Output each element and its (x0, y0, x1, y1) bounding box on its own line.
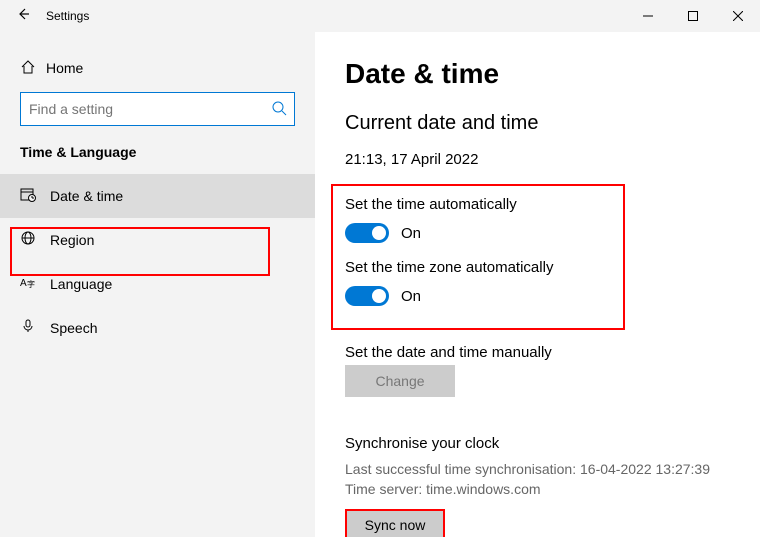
toggle-state-label: On (401, 288, 421, 305)
sidebar-item-label: Region (50, 232, 94, 248)
sidebar-home[interactable]: Home (0, 48, 315, 88)
sidebar: Home Time & Language Date & time Region (0, 32, 315, 537)
sidebar-home-label: Home (46, 60, 83, 76)
sidebar-item-label: Date & time (50, 188, 123, 204)
window-title: Settings (46, 9, 89, 23)
change-button[interactable]: Change (345, 365, 455, 397)
label-set-tz-auto: Set the time zone automatically (345, 259, 611, 276)
sync-now-button[interactable]: Sync now (345, 509, 445, 537)
globe-icon (20, 230, 50, 250)
sidebar-item-label: Language (50, 276, 112, 292)
sidebar-item-datetime[interactable]: Date & time (0, 174, 315, 218)
content-panel: Date & time Current date and time 21:13,… (315, 32, 760, 537)
calendar-clock-icon (20, 186, 50, 206)
search-icon (271, 100, 287, 119)
toggle-state-label: On (401, 225, 421, 242)
sidebar-group-header: Time & Language (0, 144, 315, 174)
sync-last-text: Last successful time synchronisation: 16… (345, 460, 730, 480)
sidebar-item-language[interactable]: A字 Language (0, 262, 315, 306)
svg-text:字: 字 (27, 279, 35, 289)
close-button[interactable] (715, 0, 760, 32)
home-icon (20, 59, 46, 78)
sync-server-text: Time server: time.windows.com (345, 480, 730, 500)
maximize-button[interactable] (670, 0, 715, 32)
label-set-manual: Set the date and time manually (345, 344, 730, 361)
sidebar-item-region[interactable]: Region (0, 218, 315, 262)
highlight-box-auto: Set the time automatically On Set the ti… (331, 184, 625, 330)
back-icon[interactable] (16, 7, 36, 26)
microphone-icon (20, 318, 50, 338)
toggle-set-tz-auto[interactable] (345, 286, 389, 306)
toggle-set-time-auto[interactable] (345, 223, 389, 243)
language-icon: A字 (20, 274, 50, 294)
svg-text:A: A (20, 278, 27, 289)
current-datetime: 21:13, 17 April 2022 (345, 151, 730, 168)
label-set-time-auto: Set the time automatically (345, 196, 611, 213)
sidebar-item-label: Speech (50, 320, 97, 336)
minimize-button[interactable] (625, 0, 670, 32)
section-heading-sync: Synchronise your clock (345, 435, 730, 452)
sidebar-item-speech[interactable]: Speech (0, 306, 315, 350)
search-input[interactable] (20, 92, 295, 126)
titlebar: Settings (0, 0, 760, 32)
section-heading-current: Current date and time (345, 112, 730, 135)
page-title: Date & time (345, 58, 730, 90)
